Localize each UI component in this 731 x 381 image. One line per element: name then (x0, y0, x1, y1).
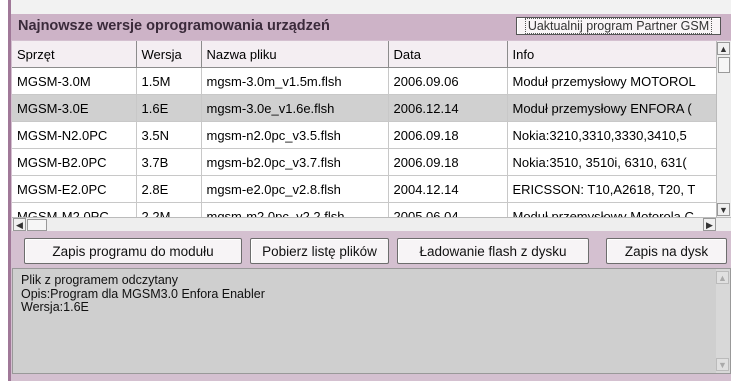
cell-version: 3.7B (136, 148, 202, 176)
column-header-info[interactable]: Info (507, 41, 720, 68)
cell-date: 2004.12.14 (388, 175, 508, 203)
cell-hardware: MGSM-B2.0PC (12, 148, 137, 176)
cell-filename: mgsm-e2.0pc_v2.8.flsh (201, 175, 389, 203)
cell-date: 2006.09.06 (388, 67, 508, 95)
chevron-down-icon[interactable]: ▼ (717, 203, 730, 216)
cell-version: 1.6E (136, 94, 202, 122)
horizontal-scroll-thumb[interactable] (27, 219, 47, 231)
cell-date: 2006.09.18 (388, 148, 508, 176)
table-row[interactable]: MGSM-3.0M 1.5M mgsm-3.0m_v1.5m.flsh 2006… (12, 67, 720, 95)
page-title: Najnowsze wersje oprogramowania urządzeń (18, 18, 330, 34)
window-edge (0, 0, 8, 381)
log-text: Plik z programem odczytany Opis:Program … (21, 273, 265, 314)
cell-info: Moduł przemysłowy MOTOROL (507, 67, 720, 95)
cell-hardware: MGSM-N2.0PC (12, 121, 137, 149)
cell-filename: mgsm-n2.0pc_v3.5.flsh (201, 121, 389, 149)
top-strip (11, 0, 731, 14)
chevron-up-icon[interactable]: ▲ (716, 271, 729, 284)
cell-date: 2006.09.18 (388, 121, 508, 149)
save-to-disk-button[interactable]: Zapis na dysk (606, 238, 727, 264)
cell-info: ERICSSON: T10,A2618, T20, T (507, 175, 720, 203)
cell-hardware: MGSM-3.0E (12, 94, 137, 122)
chevron-right-icon[interactable]: ▶ (703, 218, 716, 231)
cell-filename: mgsm-b2.0pc_v3.7.flsh (201, 148, 389, 176)
log-vertical-scrollbar[interactable]: ▲ ▼ (716, 269, 730, 373)
fetch-file-list-button[interactable]: Pobierz listę plików (250, 238, 389, 264)
cell-version: 1.5M (136, 67, 202, 95)
update-program-label: Uaktualnij program Partner GSM (524, 18, 713, 34)
cell-version: 3.5N (136, 121, 202, 149)
cell-hardware: MGSM-E2.0PC (12, 175, 137, 203)
chevron-left-icon[interactable]: ◀ (13, 218, 26, 231)
table-row[interactable]: MGSM-E2.0PC 2.8E mgsm-e2.0pc_v2.8.flsh 2… (12, 175, 720, 203)
write-program-button[interactable]: Zapis programu do modułu (24, 238, 242, 264)
table-row-selected[interactable]: MGSM-3.0E 1.6E mgsm-3.0e_v1.6e.flsh 2006… (12, 94, 720, 122)
log-textarea[interactable]: Plik z programem odczytany Opis:Program … (12, 268, 731, 374)
table-vertical-scrollbar[interactable]: ▲ ▼ (716, 41, 731, 217)
firmware-table[interactable]: Sprzęt Wersja Nazwa pliku Data Info MGSM… (12, 41, 731, 231)
chevron-up-icon[interactable]: ▲ (717, 42, 730, 55)
bottom-strip (11, 374, 731, 381)
table-row[interactable]: MGSM-N2.0PC 3.5N mgsm-n2.0pc_v3.5.flsh 2… (12, 121, 720, 149)
window-border (8, 0, 11, 381)
column-header-version[interactable]: Wersja (136, 41, 202, 68)
column-header-date[interactable]: Data (388, 41, 508, 68)
app-window: Najnowsze wersje oprogramowania urządzeń… (0, 0, 731, 381)
column-header-hardware[interactable]: Sprzęt (12, 41, 137, 68)
table-header-row: Sprzęt Wersja Nazwa pliku Data Info (12, 41, 720, 68)
cell-info: Nokia:3210,3310,3330,3410,5 (507, 121, 720, 149)
column-header-filename[interactable]: Nazwa pliku (201, 41, 389, 68)
cell-date: 2006.12.14 (388, 94, 508, 122)
cell-hardware: MGSM-3.0M (12, 67, 137, 95)
cell-info: Nokia:3510, 3510i, 6310, 631( (507, 148, 720, 176)
table-horizontal-scrollbar[interactable]: ◀ ▶ (12, 217, 731, 231)
cell-info: Moduł przemysłowy ENFORA ( (507, 94, 720, 122)
vertical-scroll-thumb[interactable] (718, 57, 730, 73)
table-row[interactable]: MGSM-B2.0PC 3.7B mgsm-b2.0pc_v3.7.flsh 2… (12, 148, 720, 176)
load-flash-button[interactable]: Ładowanie flash z dysku (397, 238, 589, 264)
chevron-down-icon[interactable]: ▼ (716, 358, 729, 371)
cell-filename: mgsm-3.0m_v1.5m.flsh (201, 67, 389, 95)
update-program-button[interactable]: Uaktualnij program Partner GSM (516, 17, 721, 35)
cell-version: 2.8E (136, 175, 202, 203)
cell-filename: mgsm-3.0e_v1.6e.flsh (201, 94, 389, 122)
